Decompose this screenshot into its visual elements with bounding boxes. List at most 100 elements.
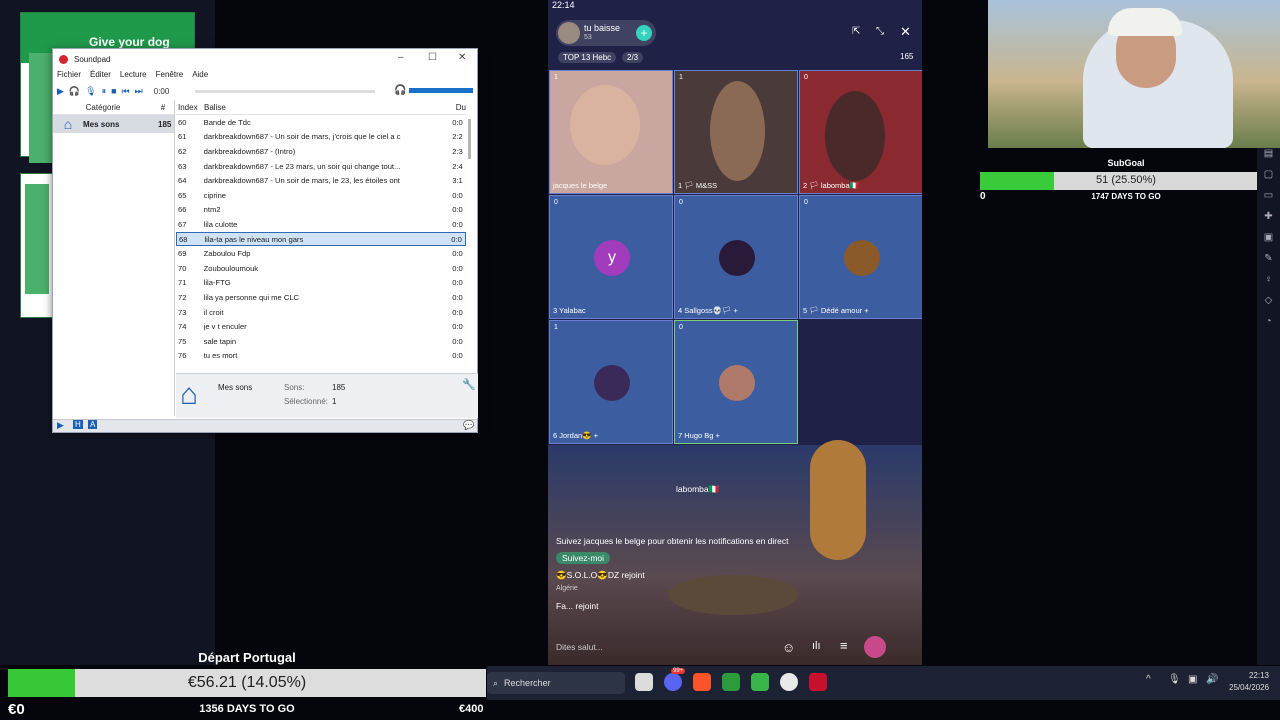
- guest-tile-7[interactable]: 1 6 Jordan😎 +: [549, 320, 673, 444]
- table-row[interactable]: 61 darkbreakdown687 - Un soir de mars, j'…: [176, 130, 466, 145]
- task-view-icon[interactable]: [635, 673, 653, 691]
- guest-tile-6[interactable]: 0 5 🏳 Dédé amour +: [799, 195, 922, 319]
- mic-icon[interactable]: 🎙: [85, 86, 96, 97]
- table-row[interactable]: 69 Zaboulou Fdp 0:0: [176, 246, 466, 261]
- chat-username[interactable]: labomba🇮🇹: [676, 484, 719, 495]
- gift-icon[interactable]: [864, 636, 886, 658]
- tray-chevron-icon[interactable]: ^: [1146, 674, 1151, 685]
- app-icon[interactable]: [722, 673, 740, 691]
- menu-editer[interactable]: Éditer: [90, 70, 111, 79]
- stop-icon[interactable]: ■: [111, 86, 116, 96]
- ad-banner-2[interactable]: [20, 173, 53, 318]
- table-row[interactable]: 74 je v t enculer 0:0: [176, 319, 466, 334]
- sidebar-edit-icon[interactable]: ✎: [1257, 253, 1280, 274]
- minimize-icon[interactable]: –: [398, 52, 404, 63]
- taskbar-search[interactable]: ⌕ Rechercher: [487, 672, 625, 694]
- discord-icon[interactable]: [664, 673, 682, 691]
- menu-aide[interactable]: Aide: [192, 70, 208, 79]
- sidebar-game-icon[interactable]: ✚: [1257, 211, 1280, 232]
- table-row[interactable]: 63 darkbreakdown687 - Le 23 mars, un soir…: [176, 159, 466, 174]
- menu-lecture[interactable]: Lecture: [120, 70, 147, 79]
- chat-icon[interactable]: 💬: [463, 420, 474, 431]
- table-row[interactable]: 65 ciprine 0:0: [176, 188, 466, 203]
- previous-icon[interactable]: ⏮: [122, 86, 130, 97]
- table-row[interactable]: 70 Zoubouloumouk 0:0: [176, 261, 466, 276]
- table-row[interactable]: 67 lila culotte 0:0: [176, 217, 466, 232]
- status-play-icon[interactable]: ▶: [57, 420, 64, 431]
- window-titlebar[interactable]: Soundpad: [53, 49, 477, 69]
- menu-fichier[interactable]: Fichier: [57, 70, 81, 79]
- donation-value: €56.21 (14.05%): [187, 674, 307, 691]
- sidebar-bulb-icon[interactable]: ♀: [1257, 274, 1280, 295]
- sidebar-screen-icon[interactable]: ▢: [1257, 169, 1280, 190]
- table-row[interactable]: 68 lila-ta pas le niveau mon gars 0:0: [176, 231, 466, 247]
- guest-tile-1[interactable]: 1 jacques le belge: [549, 70, 673, 194]
- volume-slider[interactable]: [409, 88, 473, 93]
- next-icon[interactable]: ⏭: [135, 86, 143, 97]
- count-column[interactable]: #: [153, 103, 173, 112]
- volume-headphones-icon[interactable]: 🎧: [394, 85, 406, 96]
- guest-tile-8[interactable]: 0 7 Hugo Bg +: [674, 320, 798, 444]
- close-icon[interactable]: ✕: [458, 52, 466, 63]
- category-column[interactable]: Catégorie: [53, 103, 153, 112]
- table-row[interactable]: 62 darkbreakdown687 - (Intro) 2:3: [176, 144, 466, 159]
- brave-icon[interactable]: [693, 673, 711, 691]
- follow-button[interactable]: Suivez-moi: [556, 552, 611, 564]
- title-column[interactable]: Balise: [204, 103, 456, 112]
- taskbar-date[interactable]: 25/04/2026: [1229, 683, 1269, 692]
- room-header[interactable]: tu baisse 53 +: [556, 20, 656, 46]
- autoplay-icon[interactable]: A: [88, 420, 98, 429]
- game-icon[interactable]: [751, 673, 769, 691]
- table-row[interactable]: 76 tu es mort 0:0: [176, 349, 466, 364]
- sidebar-chart-icon[interactable]: ▤: [1257, 148, 1280, 169]
- home-large-icon: ⌂: [180, 378, 199, 411]
- minimize-stream-icon[interactable]: ⤡: [876, 26, 884, 37]
- guest-video: [570, 85, 640, 165]
- sidebar-cube-icon[interactable]: ◇: [1257, 295, 1280, 316]
- chat-input[interactable]: Dites salut...: [556, 642, 603, 652]
- audio-icon[interactable]: ılı: [812, 640, 821, 652]
- ad-text: Give your dog: [89, 35, 170, 49]
- table-row[interactable]: 64 darkbreakdown687 - Un soir de mars, le…: [176, 173, 466, 188]
- guest-tile-4[interactable]: y 0 3 Yalabac: [549, 195, 673, 319]
- wrench-icon[interactable]: 🔧: [462, 378, 476, 391]
- progress-badge[interactable]: 2/3: [622, 52, 644, 63]
- guest-tile-5[interactable]: 0 4 Sallgoss💀🏳 +: [674, 195, 798, 319]
- duration-column[interactable]: Du: [456, 103, 466, 112]
- table-row[interactable]: 72 lila ya personne qui me CLC 0:0: [176, 290, 466, 305]
- tray-volume-icon[interactable]: 🔊: [1206, 674, 1218, 685]
- hotkey-icon[interactable]: H: [73, 420, 83, 429]
- viewer-count[interactable]: 165: [900, 52, 913, 61]
- list-scrollbar[interactable]: [468, 119, 471, 159]
- youtube-icon[interactable]: [809, 673, 827, 691]
- follow-plus-icon[interactable]: +: [636, 25, 652, 41]
- tray-network-icon[interactable]: ▣: [1188, 674, 1197, 685]
- emoji-icon[interactable]: ☺: [782, 640, 795, 655]
- seek-bar[interactable]: [195, 90, 375, 93]
- index-column[interactable]: Index: [176, 103, 204, 112]
- table-row[interactable]: 71 lila-FTG 0:0: [176, 276, 466, 291]
- rank-badge[interactable]: TOP 13 Hebc: [558, 52, 617, 63]
- menu-fenetre[interactable]: Fenêtre: [156, 70, 184, 79]
- close-stream-icon[interactable]: ✕: [900, 24, 911, 40]
- headphones-icon[interactable]: 🎧: [69, 86, 80, 97]
- guest-tile-3[interactable]: 0 2 🏳 labomba🇮🇹: [799, 70, 922, 194]
- guest-avatar: [719, 365, 755, 401]
- sidebar-clock-icon[interactable]: ◔: [1257, 316, 1280, 337]
- table-row[interactable]: 75 sale tapin 0:0: [176, 334, 466, 349]
- sidebar-folder-icon[interactable]: ▭: [1257, 190, 1280, 211]
- table-row[interactable]: 66 ntm2 0:0: [176, 203, 466, 218]
- sidebar-image-icon[interactable]: ▣: [1257, 232, 1280, 253]
- menu-icon[interactable]: ≡: [840, 638, 848, 653]
- category-item-mes-sons[interactable]: ⌂ Mes sons 185: [53, 115, 174, 133]
- pause-icon[interactable]: ⏸: [102, 86, 107, 97]
- taskbar-time[interactable]: 22:13: [1229, 671, 1269, 680]
- obs-icon[interactable]: [780, 673, 798, 691]
- table-row[interactable]: 73 il croit 0:0: [176, 305, 466, 320]
- share-icon[interactable]: ⇱: [852, 26, 860, 37]
- guest-tile-2[interactable]: 1 1 🏳 M&SS: [674, 70, 798, 194]
- play-icon[interactable]: ▶: [57, 86, 64, 97]
- maximize-icon[interactable]: ☐: [428, 52, 437, 63]
- tray-mic-icon[interactable]: 🎙: [1168, 674, 1181, 685]
- table-row[interactable]: 60 Bande de Tdc 0:0: [176, 115, 466, 130]
